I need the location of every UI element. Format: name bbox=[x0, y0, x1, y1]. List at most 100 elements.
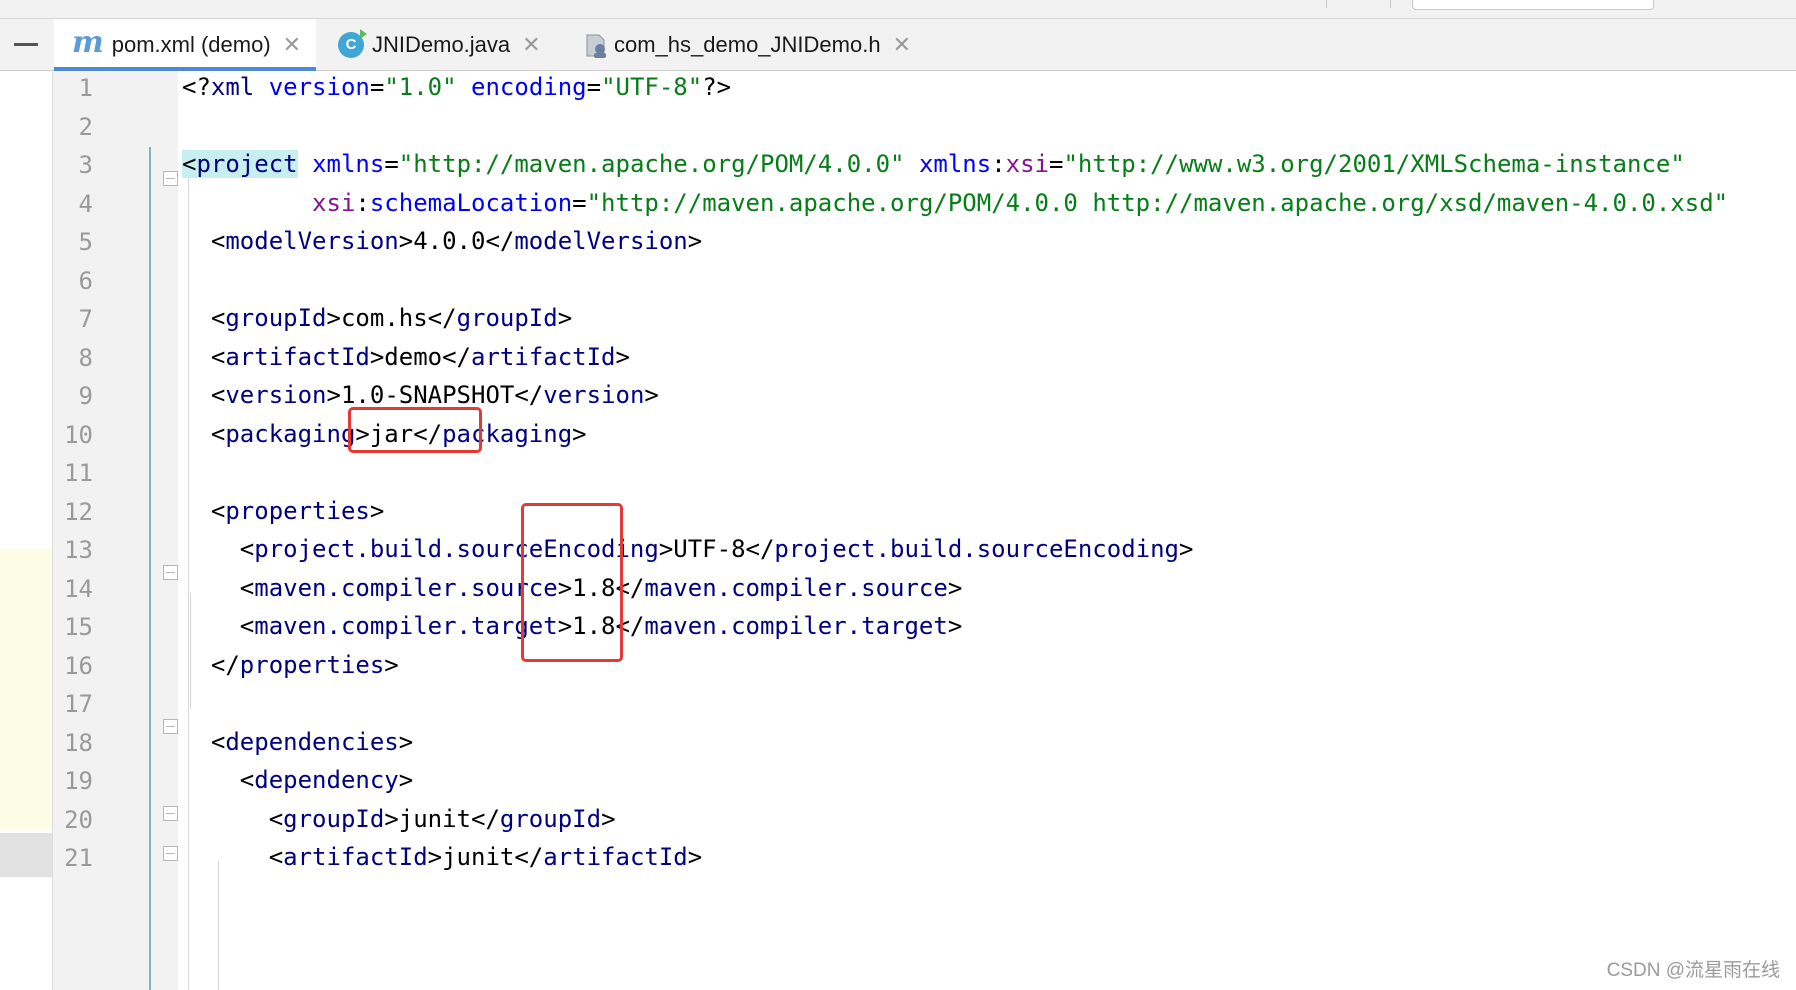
editor-tab-bar: m pom.xml (demo) ✕ C JNIDemo.java ✕ com_… bbox=[0, 19, 1796, 71]
line-number: 10 bbox=[64, 420, 93, 449]
line-number: 3 bbox=[78, 151, 93, 179]
current-line-marker bbox=[0, 833, 52, 877]
code-token: dependencies bbox=[225, 727, 399, 756]
code-token: = bbox=[572, 188, 587, 217]
code-line[interactable]: </properties> bbox=[182, 643, 399, 687]
tab-jnidemo-java[interactable]: C JNIDemo.java ✕ bbox=[316, 19, 570, 70]
code-token: "UTF-8" bbox=[601, 73, 703, 101]
tab-com-hs-demo-jnidemo-h[interactable]: com_hs_demo_JNIDemo.h ✕ bbox=[570, 19, 930, 70]
code-token: : bbox=[355, 188, 370, 217]
code-line[interactable]: <?xml version="1.0" encoding="UTF-8"?> bbox=[182, 71, 731, 109]
close-icon[interactable]: ✕ bbox=[522, 33, 540, 56]
highlight-box-packaging bbox=[348, 407, 482, 453]
code-token: maven.compiler.source bbox=[254, 573, 558, 602]
code-token: groupId bbox=[499, 804, 602, 833]
code-token: >junit</ bbox=[427, 843, 544, 871]
code-token: > bbox=[572, 419, 587, 448]
code-token: < bbox=[182, 381, 226, 409]
code-token: "http://maven.apache.org/POM/4.0.0 http:… bbox=[586, 188, 1729, 217]
line-number: 21 bbox=[64, 844, 93, 872]
tab-label: JNIDemo.java bbox=[372, 31, 511, 57]
line-number: 18 bbox=[64, 728, 93, 757]
code-line[interactable]: <modelVersion>4.0.0</modelVersion> bbox=[182, 219, 702, 263]
code-token: > bbox=[644, 381, 659, 409]
code-token: > bbox=[384, 650, 399, 679]
line-number: 1 bbox=[78, 74, 93, 102]
close-icon[interactable]: ✕ bbox=[283, 33, 301, 56]
line-number: 20 bbox=[64, 805, 93, 834]
code-token: < bbox=[182, 766, 255, 794]
fold-icon[interactable] bbox=[163, 171, 178, 186]
code-token: maven.compiler.source bbox=[644, 573, 948, 602]
code-token: >4.0.0</ bbox=[398, 227, 515, 255]
search-everywhere-input[interactable] bbox=[1412, 0, 1654, 10]
fold-icon[interactable] bbox=[163, 565, 178, 580]
code-line[interactable]: <properties> bbox=[182, 489, 384, 533]
code-token: modelVersion bbox=[225, 227, 399, 255]
line-number: 2 bbox=[78, 112, 93, 141]
java-class-icon: C bbox=[338, 28, 367, 58]
code-line[interactable]: <artifactId>demo</artifactId> bbox=[182, 335, 630, 379]
tool-window-strip bbox=[0, 71, 52, 990]
code-editor[interactable]: <?xml version="1.0" encoding="UTF-8"?> <p… bbox=[178, 71, 1796, 990]
close-icon[interactable]: ✕ bbox=[893, 33, 911, 56]
code-line[interactable]: <groupId>junit</groupId> bbox=[182, 797, 616, 841]
code-token: = bbox=[369, 73, 385, 101]
code-token: < bbox=[182, 496, 226, 525]
code-token: <project bbox=[182, 150, 298, 178]
code-token: maven.compiler.target bbox=[644, 612, 948, 640]
code-line[interactable]: <project xmlns="http://maven.apache.org/… bbox=[182, 142, 1685, 186]
code-token: properties bbox=[225, 496, 370, 525]
code-token: dependency bbox=[254, 766, 399, 794]
code-token: "http://maven.apache.org/POM/4.0.0" bbox=[398, 150, 905, 178]
code-token: > bbox=[369, 496, 385, 525]
code-line[interactable]: <dependencies> bbox=[182, 720, 413, 764]
hide-panel-icon[interactable] bbox=[14, 43, 38, 46]
maven-file-icon: m bbox=[72, 24, 104, 60]
code-token: > bbox=[398, 727, 414, 756]
code-token: xsi bbox=[312, 188, 356, 217]
code-token: artifactId bbox=[225, 342, 370, 371]
code-token: < bbox=[182, 419, 226, 448]
code-token: < bbox=[182, 573, 255, 602]
line-number: 14 bbox=[64, 574, 93, 603]
code-line[interactable]: <dependency> bbox=[182, 758, 413, 802]
fold-icon[interactable] bbox=[163, 806, 178, 821]
code-token: "http://www.w3.org/2001/XMLSchema-instan… bbox=[1063, 150, 1685, 178]
code-token: maven.compiler.target bbox=[254, 612, 558, 640]
code-token: >com.hs</ bbox=[326, 304, 457, 332]
code-token: </ bbox=[182, 650, 240, 679]
code-token: artifactId bbox=[283, 843, 428, 871]
code-token: > bbox=[615, 342, 630, 371]
code-token: ?> bbox=[702, 73, 732, 101]
line-number: 19 bbox=[64, 767, 93, 795]
watermark: CSDN @流星雨在线 bbox=[1606, 960, 1780, 981]
code-token: >1.0-SNAPSHOT</ bbox=[326, 381, 544, 409]
code-line[interactable]: <artifactId>junit</artifactId> bbox=[182, 835, 703, 879]
indent-guide bbox=[218, 861, 219, 990]
line-number: 17 bbox=[64, 690, 93, 718]
code-line[interactable]: xsi:schemaLocation="http://maven.apache.… bbox=[182, 181, 1728, 225]
code-token: <? bbox=[182, 73, 211, 101]
highlight-box-properties bbox=[521, 503, 623, 662]
fold-icon[interactable] bbox=[163, 719, 178, 734]
line-number: 7 bbox=[78, 305, 93, 333]
code-line[interactable]: <groupId>com.hs</groupId> bbox=[182, 296, 572, 340]
scope-indicator bbox=[149, 147, 151, 990]
code-token: version bbox=[225, 381, 327, 409]
line-number: 12 bbox=[64, 497, 93, 526]
fold-icon[interactable] bbox=[163, 846, 178, 861]
code-token: modelVersion bbox=[514, 227, 688, 255]
line-number-gutter: 1 2 3 4 5 6 7 8 9 10 11 12 13 14 15 16 17 18 19 20 21 bbox=[52, 71, 179, 990]
code-line[interactable]: <project.build.sourceEncoding>UTF-8</pro… bbox=[182, 527, 1194, 571]
code-token: xsi bbox=[1005, 150, 1050, 178]
code-token: < bbox=[182, 727, 226, 756]
c-header-file-icon bbox=[584, 32, 606, 58]
line-number: 16 bbox=[64, 651, 93, 680]
code-token: "1.0" bbox=[384, 73, 457, 101]
tab-pom-xml[interactable]: m pom.xml (demo) ✕ bbox=[54, 19, 316, 71]
code-token: >junit</ bbox=[384, 804, 500, 833]
code-token: xml bbox=[210, 73, 269, 101]
code-token: artifactId bbox=[471, 342, 616, 371]
